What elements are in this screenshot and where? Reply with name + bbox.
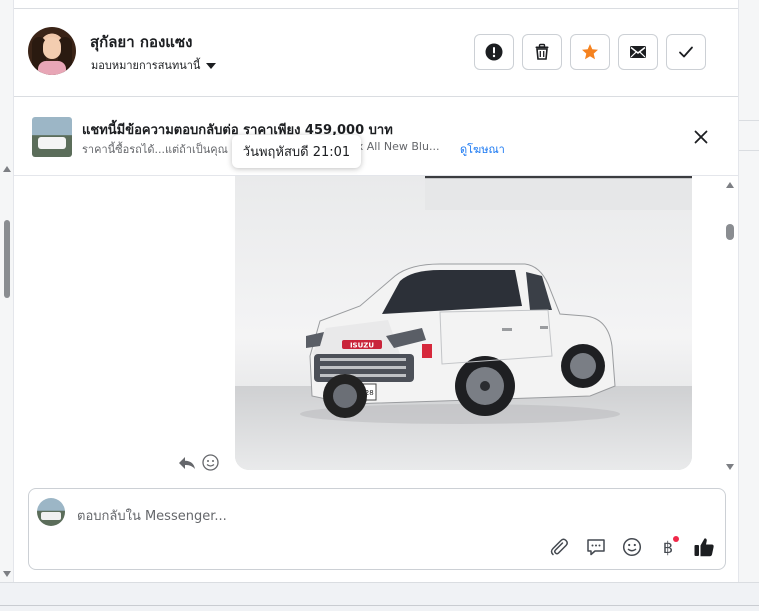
baht-icon: ฿ [662, 537, 674, 557]
scroll-up-arrow-icon[interactable] [726, 182, 734, 188]
saved-replies-button[interactable] [585, 536, 607, 558]
scroll-down-arrow-icon[interactable] [726, 464, 734, 470]
left-scrollbar[interactable] [0, 0, 14, 600]
message-image[interactable]: ISUZU 6กฎ 9628 [235, 176, 692, 470]
notification-dot [673, 536, 679, 542]
message-thread: ISUZU 6กฎ 9628 [14, 176, 738, 479]
divider [739, 120, 759, 121]
ad-thumbnail[interactable] [32, 117, 72, 157]
reply-input[interactable]: ตอบกลับใน Messenger... [77, 505, 227, 526]
left-scrollbar-thumb[interactable] [4, 220, 10, 298]
pickup-truck-image: ISUZU 6กฎ 9628 [300, 263, 620, 424]
conversation-header: สุกัลยา กองแซง มอบหมายการสนทนานี้ [14, 9, 738, 97]
envelope-icon [630, 46, 646, 58]
message-actions [178, 454, 219, 471]
mark-done-button[interactable] [666, 34, 706, 70]
paperclip-icon [550, 538, 568, 556]
thread-scrollbar[interactable] [722, 176, 738, 479]
ad-context-bar: แชทนี้มีข้อความตอบกลับต่อ ราคาเพียง 459,… [14, 98, 738, 176]
mark-unread-button[interactable] [618, 34, 658, 70]
composer-toolbar: ฿ [549, 536, 715, 558]
trash-icon [535, 43, 549, 60]
bottom-bar [0, 582, 759, 611]
svg-text:ISUZU: ISUZU [350, 342, 374, 350]
check-icon [679, 46, 693, 58]
assign-conversation-dropdown[interactable]: มอบหมายการสนทนานี้ [91, 56, 217, 74]
like-button[interactable] [693, 536, 715, 558]
ad-snippet-end: ax All New Blu... [350, 140, 440, 153]
payment-button[interactable]: ฿ [657, 536, 679, 558]
caret-down-icon [206, 62, 217, 69]
reply-icon[interactable] [178, 455, 196, 471]
contact-name[interactable]: สุกัลยา กองแซง [90, 30, 192, 54]
page-avatar [37, 498, 65, 526]
right-edge-panel [738, 0, 759, 611]
conversation-panel: สุกัลยา กองแซง มอบหมายการสนทนานี้ แชทนี้… [14, 0, 738, 582]
exclamation-icon [485, 43, 503, 61]
avatar[interactable] [28, 27, 76, 75]
close-ad-bar-button[interactable] [690, 126, 712, 148]
divider [739, 150, 759, 151]
star-button[interactable] [570, 34, 610, 70]
react-emoji-icon[interactable] [202, 454, 219, 471]
chat-bubble-icon [587, 539, 605, 556]
scroll-down-arrow-icon[interactable] [3, 571, 11, 577]
timestamp-tooltip: วันพฤหัสบดี 21:01 [232, 135, 361, 168]
view-ad-link[interactable]: ดูโฆษณา [460, 140, 505, 158]
report-button[interactable] [474, 34, 514, 70]
star-icon [582, 44, 598, 60]
thumbs-up-icon [694, 538, 714, 557]
reply-composer[interactable]: ตอบกลับใน Messenger... ฿ [28, 488, 726, 570]
attach-button[interactable] [549, 536, 571, 558]
assign-label: มอบหมายการสนทนานี้ [91, 59, 201, 72]
thread-scrollbar-thumb[interactable] [726, 224, 734, 240]
divider [0, 605, 759, 606]
ad-snippet: ราคานี้ซื้อรถได้...แต่ถ้าเป็นคุณ [82, 143, 228, 156]
delete-button[interactable] [522, 34, 562, 70]
close-icon [694, 130, 708, 144]
emoji-icon [622, 537, 642, 557]
scroll-up-arrow-icon[interactable] [3, 166, 11, 172]
emoji-button[interactable] [621, 536, 643, 558]
